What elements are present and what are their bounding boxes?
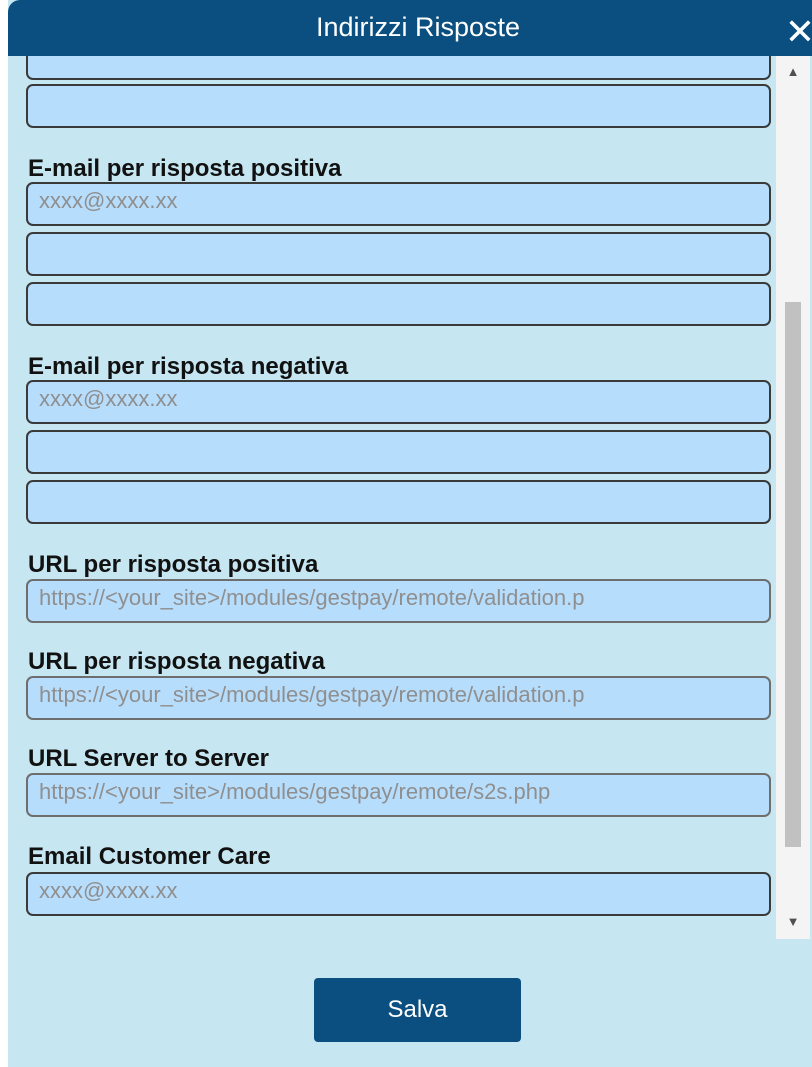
scroll-down-arrow-icon[interactable]: ▼ <box>776 911 810 933</box>
url-s2s-value: https://<your_site>/modules/gestpay/remo… <box>39 779 551 804</box>
url-s2s-field[interactable]: https://<your_site>/modules/gestpay/remo… <box>26 773 771 817</box>
url-s2s-label: URL Server to Server <box>28 745 270 772</box>
negative-email-field-2[interactable] <box>26 430 771 474</box>
url-negative-value: https://<your_site>/modules/gestpay/remo… <box>39 682 585 707</box>
indirizzi-risposte-dialog: Indirizzi Risposte ✕ E-mail per risposta… <box>8 0 812 1067</box>
previous-email-field-3[interactable] <box>26 84 771 128</box>
vertical-scrollbar[interactable]: ▲ ▼ <box>776 56 810 939</box>
dialog-title: Indirizzi Risposte <box>315 12 521 42</box>
customer-care-label: Email Customer Care <box>28 843 271 870</box>
close-icon[interactable]: ✕ <box>783 14 812 52</box>
form-scroll-area[interactable]: E-mail per risposta positiva xxxx@xxxx.x… <box>8 56 784 939</box>
save-button[interactable]: Salva <box>314 978 521 1042</box>
scroll-up-arrow-icon[interactable]: ▲ <box>776 61 810 83</box>
url-positive-field[interactable]: https://<your_site>/modules/gestpay/remo… <box>26 579 771 623</box>
customer-care-placeholder: xxxx@xxxx.xx <box>39 878 178 903</box>
positive-email-placeholder: xxxx@xxxx.xx <box>39 188 178 213</box>
url-negative-label: URL per risposta negativa <box>28 648 325 675</box>
negative-email-field-1[interactable]: xxxx@xxxx.xx <box>26 380 771 424</box>
negative-email-placeholder: xxxx@xxxx.xx <box>39 386 178 411</box>
url-positive-value: https://<your_site>/modules/gestpay/remo… <box>39 585 585 610</box>
negative-email-field-3[interactable] <box>26 480 771 524</box>
positive-email-label: E-mail per risposta positiva <box>28 155 342 182</box>
negative-email-label: E-mail per risposta negativa <box>28 353 349 380</box>
scrollbar-thumb[interactable] <box>785 302 801 847</box>
previous-email-field-2[interactable] <box>26 56 771 80</box>
url-negative-field[interactable]: https://<your_site>/modules/gestpay/remo… <box>26 676 771 720</box>
customer-care-field[interactable]: xxxx@xxxx.xx <box>26 872 771 916</box>
url-positive-label: URL per risposta positiva <box>28 551 319 578</box>
positive-email-field-1[interactable]: xxxx@xxxx.xx <box>26 182 771 226</box>
dialog-title-bar: Indirizzi Risposte <box>8 0 812 56</box>
positive-email-field-2[interactable] <box>26 232 771 276</box>
positive-email-field-3[interactable] <box>26 282 771 326</box>
